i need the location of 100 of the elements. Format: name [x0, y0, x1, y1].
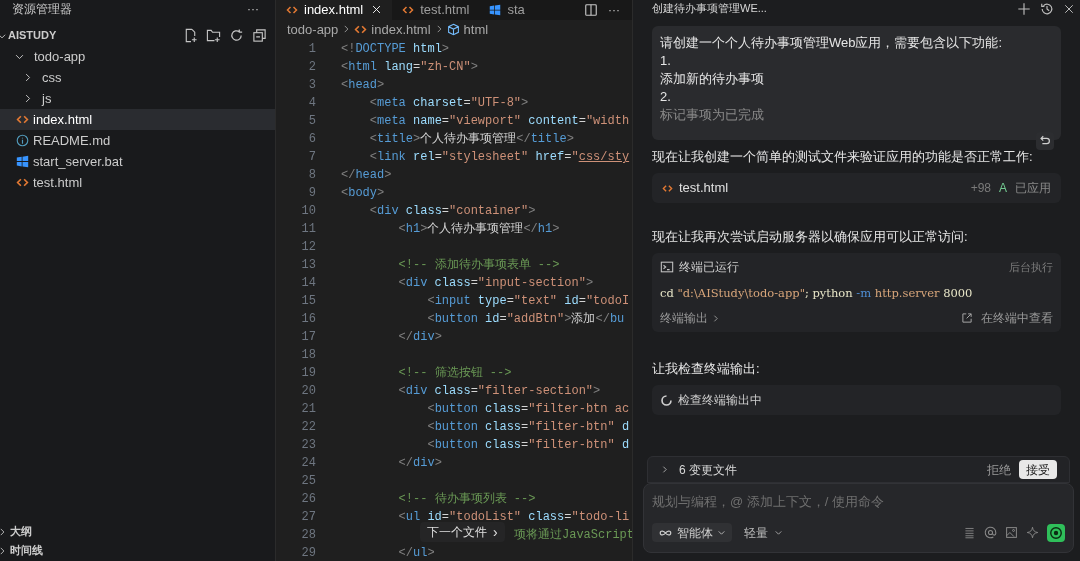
line-number: 6 [307, 131, 316, 148]
next-file-tooltip[interactable]: 下一个文件 › [420, 522, 505, 542]
line-number: 18 [300, 347, 316, 364]
line-number: 5 [307, 113, 316, 130]
line-number: 10 [300, 203, 316, 220]
chevron-down-icon [774, 528, 783, 537]
chat-message: 现在让我再次尝试启动服务器以确保应用可以正常访问: [652, 228, 969, 246]
line-number: 25 [300, 473, 316, 490]
line-number: 27 [300, 509, 316, 526]
refresh-icon[interactable] [229, 28, 244, 43]
line-number: 17 [300, 329, 316, 346]
code-line: <button class="filter-btn" d [426, 437, 630, 454]
model-dropdown[interactable]: 轻量 [740, 523, 787, 542]
line-number: 11 [300, 221, 316, 238]
line-number: 21 [300, 401, 316, 418]
chat-input[interactable]: 规划与编程，@ 添加上下文，/ 使用命令 智能体 轻量 [643, 483, 1074, 553]
code-brackets-icon [662, 182, 673, 194]
terminal-output-link[interactable]: 终端输出 [660, 309, 708, 327]
code-line: <meta name="viewport" content="width [368, 113, 630, 130]
split-editor-icon[interactable] [584, 2, 598, 17]
code-line: <button id="addBtn">添加</bu [426, 311, 625, 328]
plus-icon[interactable] [1017, 1, 1031, 16]
tree-item[interactable]: start_server.bat [0, 151, 275, 172]
chevron-right-icon[interactable] [660, 465, 669, 474]
editor-tab[interactable]: test.html [392, 0, 480, 20]
code-line: <!-- 待办事项列表 --> [397, 491, 536, 508]
chevron-right-icon[interactable] [0, 545, 7, 556]
breadcrumb-item[interactable]: html [463, 19, 489, 39]
code-line: <!-- 筛选按钮 --> [397, 365, 512, 382]
panel-header[interactable]: 时间线 [10, 542, 43, 559]
code-line: </ul> [397, 545, 435, 561]
editor-tab[interactable]: sta [479, 0, 535, 20]
terminal-icon [660, 260, 674, 274]
chevron-right-icon[interactable] [711, 313, 720, 323]
run-mode-label: 后台执行 [1009, 259, 1053, 275]
cube-icon [446, 22, 460, 36]
line-number: 3 [307, 77, 316, 94]
line-number: 23 [300, 437, 316, 454]
line-number: 20 [300, 383, 316, 400]
line-number: 4 [307, 95, 316, 112]
code-line: <div class="container"> [368, 203, 536, 220]
file-status-letter: A [999, 180, 1007, 197]
user-message: 请创建一个个人待办事项管理Web应用，需要包含以下功能: 1. 添加新的待办事项 2. 标记事项为已完成 [652, 26, 1061, 140]
collapse-all-icon[interactable] [252, 28, 267, 43]
tree-item[interactable]: test.html [0, 172, 275, 193]
tree-item[interactable]: index.html [0, 109, 275, 130]
reject-button[interactable]: 拒绝 [987, 460, 1011, 479]
terminal-title: 终端已运行 [679, 259, 740, 276]
new-file-icon[interactable] [183, 28, 198, 43]
file-card[interactable]: test.html +98 A 已应用 [652, 173, 1061, 203]
breadcrumb-item[interactable]: todo-app [287, 19, 339, 39]
code-line: <title>个人待办事项管理</title> [368, 131, 574, 148]
chat-message: 现在让我创建一个简单的测试文件来验证应用的功能是否正常工作: [652, 148, 1034, 166]
code-line: <link rel="stylesheet" href="css/sty [368, 149, 630, 166]
line-number: 15 [300, 293, 316, 310]
view-in-terminal-link[interactable]: 在终端中查看 [981, 309, 1053, 327]
line-number: 26 [300, 491, 316, 508]
close-icon[interactable] [371, 4, 383, 16]
line-number: 8 [307, 167, 316, 184]
code-line: <div class="input-section"> [397, 275, 594, 292]
added-lines-count: +98 [970, 180, 991, 197]
tree-item[interactable]: js [0, 88, 275, 109]
line-number: 1 [307, 41, 316, 58]
code-line: <!DOCTYPE html> [341, 41, 450, 58]
windows-logo-icon [489, 3, 502, 16]
history-icon[interactable] [1040, 1, 1054, 16]
code-line: <body> [341, 185, 385, 202]
more-button[interactable]: ··· [247, 0, 259, 18]
code-line: <input type="text" id="todoI [426, 293, 630, 310]
more-button[interactable]: ··· [608, 0, 620, 19]
tree-item[interactable]: css [0, 67, 275, 88]
code-line: <h1>个人待办事项管理</h1> [397, 221, 560, 238]
changed-files-label[interactable]: 6 变更文件 [679, 460, 987, 479]
chevron-down-icon [717, 528, 726, 537]
section-header[interactable]: AISTUDY [8, 27, 183, 44]
mode-dropdown[interactable]: 智能体 [652, 523, 732, 542]
tree-item[interactable]: README.md [0, 130, 275, 151]
breadcrumb-item[interactable]: index.html [371, 19, 431, 39]
at-sign-icon[interactable] [984, 526, 997, 539]
image-icon[interactable] [1005, 526, 1018, 539]
undo-icon[interactable] [1036, 132, 1054, 150]
new-folder-icon[interactable] [206, 28, 221, 43]
chevron-right-icon[interactable] [0, 526, 7, 537]
send-button[interactable] [1047, 523, 1065, 542]
open-external-icon[interactable] [961, 312, 973, 324]
code-line: <button class="filter-btn" d [426, 419, 630, 436]
accept-button[interactable]: 接受 [1019, 460, 1057, 479]
code-line: <!-- 添加待办事项表单 --> [397, 257, 560, 274]
code-line: 项将通过JavaScript [514, 527, 632, 544]
tree-item[interactable]: todo-app [0, 46, 275, 67]
list-icon[interactable] [963, 526, 976, 539]
sparkle-icon[interactable] [1026, 526, 1039, 539]
chat-title: 创建待办事项管理WE... [652, 1, 768, 17]
editor-tab[interactable]: index.html [276, 0, 393, 20]
info-icon [16, 134, 29, 147]
line-number: 29 [300, 545, 316, 561]
close-icon[interactable] [1063, 2, 1075, 15]
line-number: 13 [300, 257, 316, 274]
line-number: 9 [307, 185, 316, 202]
panel-header[interactable]: 大纲 [10, 523, 32, 540]
